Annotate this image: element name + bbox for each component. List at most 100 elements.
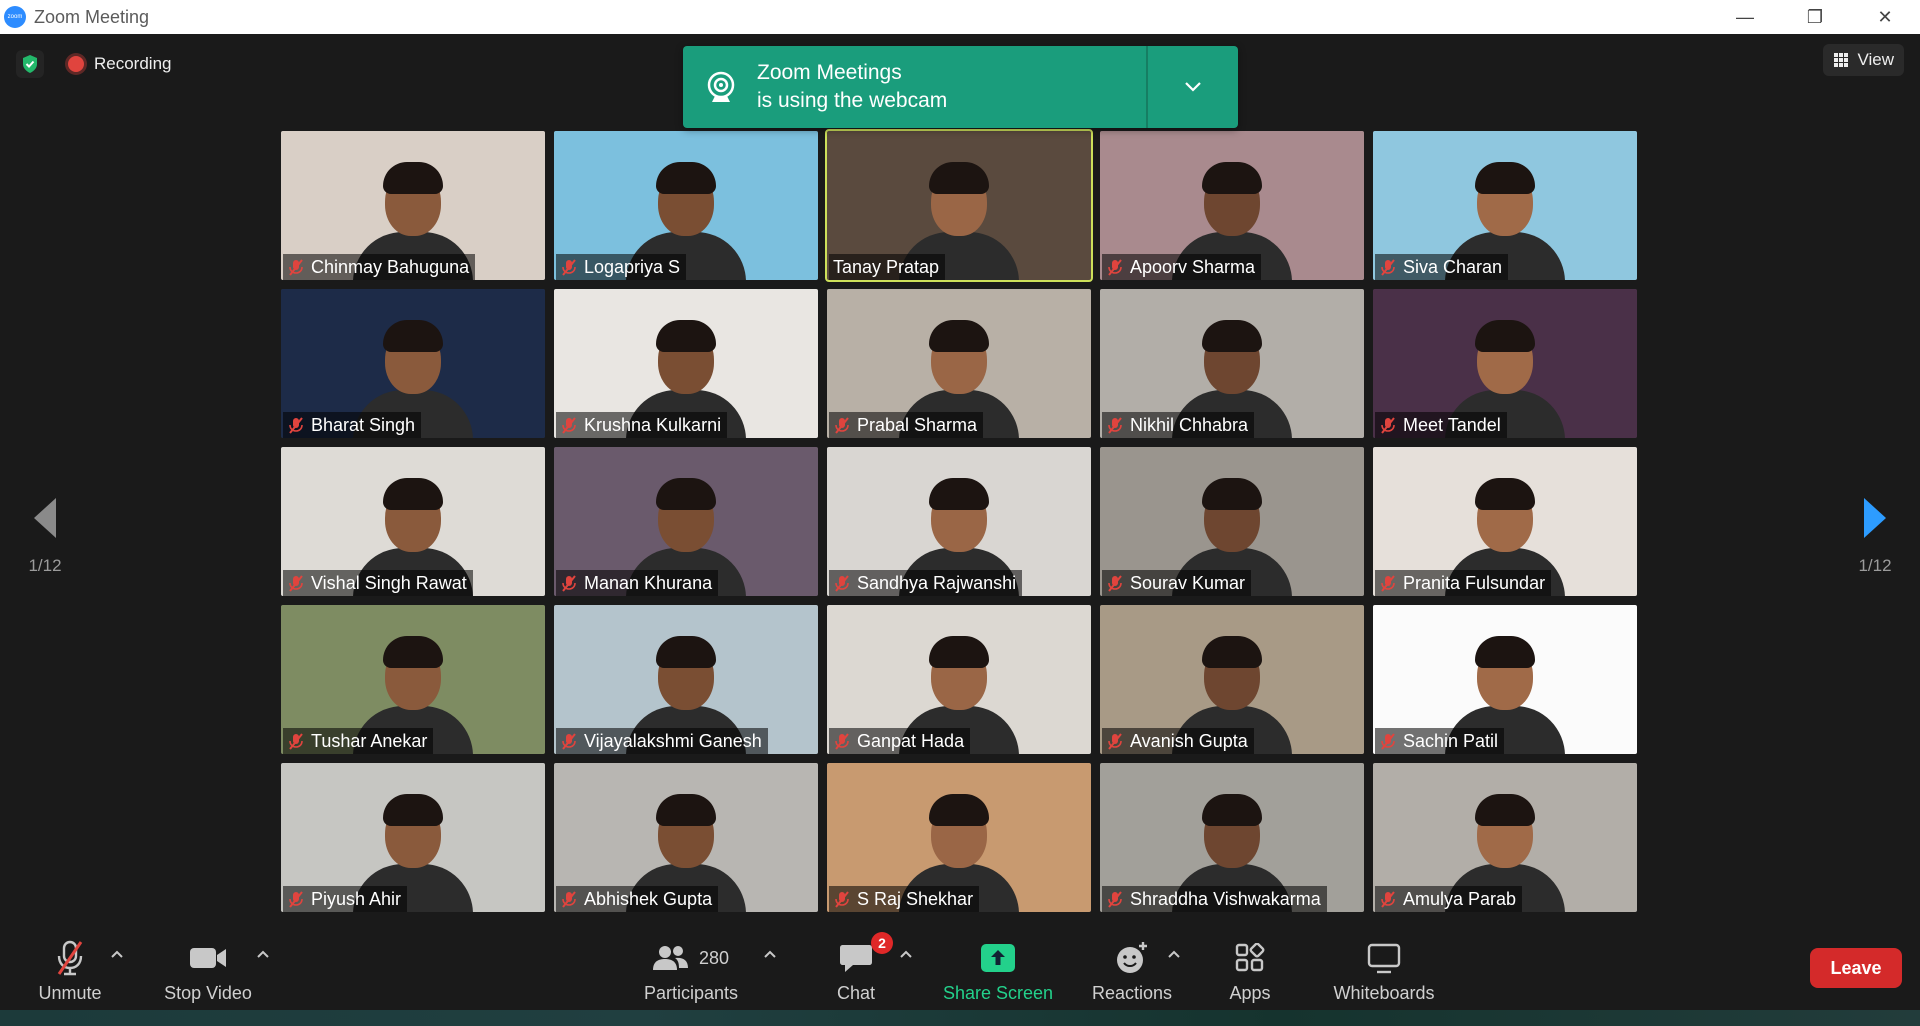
participant-tile[interactable]: Sourav Kumar (1100, 447, 1364, 596)
previous-page[interactable]: 1/12 (10, 496, 80, 576)
figure-hair (929, 162, 989, 194)
muted-mic-icon (289, 259, 303, 276)
chat-options-chevron-up-icon[interactable] (896, 944, 916, 964)
figure-hair (383, 162, 443, 194)
participants-count: 280 (698, 947, 730, 968)
participant-tile[interactable]: Sachin Patil (1373, 605, 1637, 754)
figure-hair (656, 320, 716, 352)
participant-name-tag: Piyush Ahir (283, 886, 408, 912)
chevron-down-icon[interactable] (1148, 81, 1238, 93)
participant-tile[interactable]: Vijayalakshmi Ganesh (554, 605, 818, 754)
participants-button[interactable]: 280 Participants (636, 930, 746, 1008)
participant-tile[interactable]: Piyush Ahir (281, 763, 545, 912)
participant-name-tag: Ganpat Hada (829, 728, 971, 754)
chat-button[interactable]: 2 Chat (826, 930, 893, 1008)
participant-tile[interactable]: Avanish Gupta (1100, 605, 1364, 754)
whiteboards-label: Whiteboards (1333, 983, 1435, 1003)
next-page[interactable]: 1/12 (1840, 496, 1910, 576)
share-screen-button[interactable]: Share Screen (936, 930, 1060, 1008)
participant-tile[interactable]: Ganpat Hada (827, 605, 1091, 754)
participant-tile[interactable]: Nikhil Chhabra (1100, 289, 1364, 438)
participant-name: Vishal Singh Rawat (311, 572, 467, 593)
participant-tile[interactable]: Meet Tandel (1373, 289, 1637, 438)
participant-tile[interactable]: Amulya Parab (1373, 763, 1637, 912)
participant-tile[interactable]: Vishal Singh Rawat (281, 447, 545, 596)
arrow-right-icon[interactable] (1862, 496, 1888, 540)
participant-name: Apoorv Sharma (1130, 256, 1256, 277)
participant-tile[interactable]: Bharat Singh (281, 289, 545, 438)
participant-name-tag: Nikhil Chhabra (1102, 412, 1255, 438)
audio-options-chevron-up-icon[interactable] (107, 944, 127, 964)
muted-mic-icon (1108, 259, 1122, 276)
video-options-chevron-up-icon[interactable] (253, 944, 273, 964)
apps-icon (1235, 938, 1265, 978)
muted-mic-icon (1381, 733, 1395, 750)
muted-mic-icon (1381, 891, 1395, 908)
unmute-button[interactable]: Unmute (30, 930, 110, 1008)
participant-tile[interactable]: Apoorv Sharma (1100, 131, 1364, 280)
participant-tile[interactable]: Pranita Fulsundar (1373, 447, 1637, 596)
participant-name: Siva Charan (1403, 256, 1503, 277)
participant-name: Sachin Patil (1403, 730, 1499, 751)
muted-mic-icon (562, 733, 576, 750)
reactions-options-chevron-up-icon[interactable] (1164, 944, 1184, 964)
close-button[interactable]: ✕ (1850, 0, 1920, 34)
whiteboards-button[interactable]: Whiteboards (1326, 930, 1442, 1008)
participant-tile[interactable]: Tanay Pratap (825, 129, 1093, 282)
participant-tile[interactable]: Siva Charan (1373, 131, 1637, 280)
participant-name: Ganpat Hada (857, 730, 965, 751)
participant-tile[interactable]: Manan Khurana (554, 447, 818, 596)
security-shield-icon[interactable] (16, 50, 44, 78)
participant-tile[interactable]: Logapriya S (554, 131, 818, 280)
apps-label: Apps (1229, 983, 1271, 1003)
webcam-notice-line2: is using the webcam (757, 89, 948, 112)
muted-mic-icon (835, 891, 849, 908)
figure-hair (1475, 794, 1535, 826)
participant-name-tag: S Raj Shekhar (829, 886, 980, 912)
share-screen-label: Share Screen (942, 983, 1054, 1003)
minimize-button[interactable]: — (1710, 0, 1780, 34)
recording-indicator[interactable]: Recording (60, 48, 184, 80)
participant-tile[interactable]: Chinmay Bahuguna (281, 131, 545, 280)
participants-options-chevron-up-icon[interactable] (760, 944, 780, 964)
arrow-left-icon[interactable] (32, 496, 58, 540)
reactions-button[interactable]: Reactions (1088, 930, 1176, 1008)
figure-hair (929, 478, 989, 510)
participant-name-tag: Siva Charan (1375, 254, 1509, 280)
figure-hair (1202, 794, 1262, 826)
record-dot-icon (68, 56, 84, 72)
figure-hair (1202, 636, 1262, 668)
view-label: View (1857, 50, 1894, 69)
taskbar-strip (0, 1010, 1920, 1026)
participant-tile[interactable]: Abhishek Gupta (554, 763, 818, 912)
recording-label: Recording (94, 54, 172, 73)
webcam-notification[interactable]: Zoom Meetings is using the webcam (683, 46, 1238, 128)
zoom-logo-icon: zoom (4, 6, 26, 28)
muted-mic-icon (1381, 259, 1395, 276)
whiteboard-icon (1367, 938, 1401, 978)
muted-mic-icon (1108, 417, 1122, 434)
view-button[interactable]: View (1823, 44, 1904, 76)
participant-tile[interactable]: Sandhya Rajwanshi (827, 447, 1091, 596)
participant-name-tag: Manan Khurana (556, 570, 719, 596)
participant-name: Krushna Kulkarni (584, 414, 722, 435)
participant-name-tag: Sandhya Rajwanshi (829, 570, 1023, 596)
participant-tile[interactable]: Tushar Anekar (281, 605, 545, 754)
participant-tile[interactable]: Krushna Kulkarni (554, 289, 818, 438)
stop-video-button[interactable]: Stop Video (160, 930, 256, 1008)
participant-tile[interactable]: Prabal Sharma (827, 289, 1091, 438)
leave-button[interactable]: Leave (1810, 948, 1902, 988)
figure-hair (1475, 478, 1535, 510)
apps-button[interactable]: Apps (1220, 930, 1280, 1008)
maximize-button[interactable]: ❐ (1780, 0, 1850, 34)
participant-name: Chinmay Bahuguna (311, 256, 470, 277)
participant-name: Sourav Kumar (1130, 572, 1246, 593)
participant-name-tag: Apoorv Sharma (1102, 254, 1262, 280)
participant-tile[interactable]: Shraddha Vishwakarma (1100, 763, 1364, 912)
share-screen-icon (980, 938, 1016, 978)
window-controls: — ❐ ✕ (1710, 0, 1920, 34)
participant-name-tag: Prabal Sharma (829, 412, 984, 438)
participant-name: Tushar Anekar (311, 730, 428, 751)
participant-tile[interactable]: S Raj Shekhar (827, 763, 1091, 912)
muted-mic-icon (835, 575, 849, 592)
